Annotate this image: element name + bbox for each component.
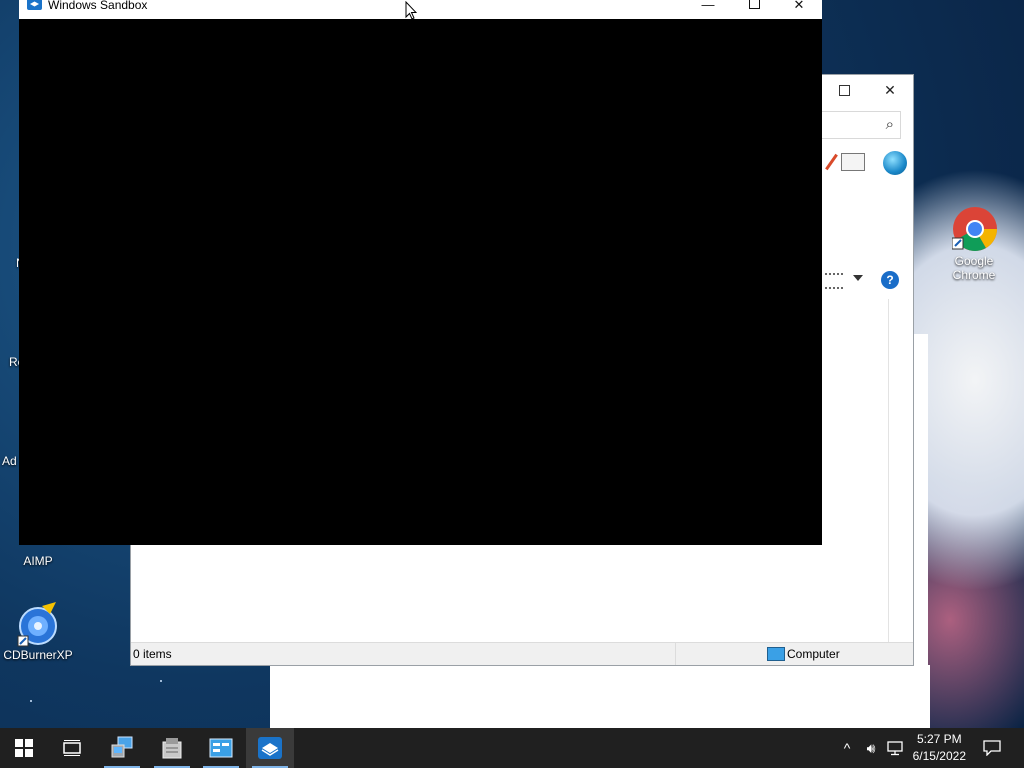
close-icon: ✕ (884, 81, 896, 98)
control-panel-icon (209, 738, 233, 758)
network-icon (887, 741, 903, 756)
windows-sandbox-window[interactable]: Windows Sandbox — ✕ (19, 0, 822, 545)
clock-date: 6/15/2022 (912, 749, 966, 763)
close-button[interactable]: ✕ (776, 0, 822, 19)
scrollbar[interactable] (888, 299, 889, 643)
edit-icon[interactable] (825, 153, 838, 171)
status-bar: 0 items Computer (131, 642, 913, 665)
taskbar-file-server[interactable] (148, 728, 196, 768)
notification-icon (983, 740, 1001, 756)
view-options-icon[interactable] (825, 273, 843, 289)
taskbar-network-computer[interactable] (98, 728, 146, 768)
clock-time: 5:27 PM (916, 732, 962, 746)
network-button[interactable] (884, 728, 906, 768)
mail-icon[interactable] (841, 153, 865, 171)
sandbox-content[interactable] (19, 19, 822, 545)
help-icon[interactable]: ? (881, 271, 899, 289)
taskbar-control-panel[interactable] (197, 728, 245, 768)
network-computer-icon (111, 736, 133, 758)
desktop-icon-label: AIMP (23, 554, 53, 568)
minimize-button[interactable]: — (685, 0, 731, 19)
desktop-icon-cdburnerxp[interactable]: CDBurnerXP (0, 600, 76, 662)
desktop: Re Ad N AIMP CDBurnerXP (0, 0, 1024, 728)
background-window (270, 665, 930, 728)
task-view-button[interactable] (48, 728, 96, 768)
chrome-icon (951, 206, 997, 251)
desktop-icon-google-chrome[interactable]: Google Chrome (936, 206, 1012, 282)
start-icon (15, 739, 33, 757)
action-center-button[interactable] (976, 728, 1008, 768)
show-hidden-icons-button[interactable]: ^ (838, 728, 856, 768)
minimize-icon: — (701, 0, 715, 12)
close-icon: ✕ (793, 0, 805, 12)
status-divider (675, 643, 676, 665)
search-icon: ⌕ (885, 116, 894, 133)
close-button[interactable]: ✕ (867, 75, 913, 105)
task-view-icon (63, 740, 81, 756)
windows-sandbox-icon (27, 0, 42, 10)
volume-button[interactable]: 🔊︎ (860, 728, 882, 768)
chevron-up-icon: ^ (843, 740, 851, 756)
chevron-down-icon[interactable] (853, 275, 863, 281)
desktop-icon-label: Google Chrome (952, 254, 996, 282)
desktop-icon-label-partial: Ad (2, 454, 17, 468)
maximize-icon (748, 0, 760, 9)
system-clock[interactable]: 5:27 PM 6/15/2022 (913, 731, 966, 765)
cdburnerxp-icon (16, 600, 60, 647)
computer-icon (767, 647, 785, 661)
window-title: Windows Sandbox (48, 0, 148, 12)
maximize-button[interactable] (731, 0, 777, 19)
maximize-icon (838, 84, 850, 96)
globe-icon[interactable] (883, 151, 907, 175)
desktop-icon-label: CDBurnerXP (3, 648, 73, 662)
maximize-button[interactable] (821, 75, 867, 105)
volume-icon: 🔊︎ (866, 739, 876, 756)
start-button[interactable] (0, 728, 48, 768)
taskbar: ^ 🔊︎ 5:27 PM 6/15/2022 (0, 728, 1024, 768)
taskbar-windows-sandbox[interactable] (246, 728, 294, 768)
location-label: Computer (787, 647, 840, 661)
windows-sandbox-icon (258, 737, 282, 759)
sandbox-titlebar[interactable]: Windows Sandbox — ✕ (19, 0, 822, 19)
item-count: 0 items (133, 647, 172, 661)
mouse-cursor-icon (405, 1, 417, 20)
file-server-icon (162, 738, 182, 759)
